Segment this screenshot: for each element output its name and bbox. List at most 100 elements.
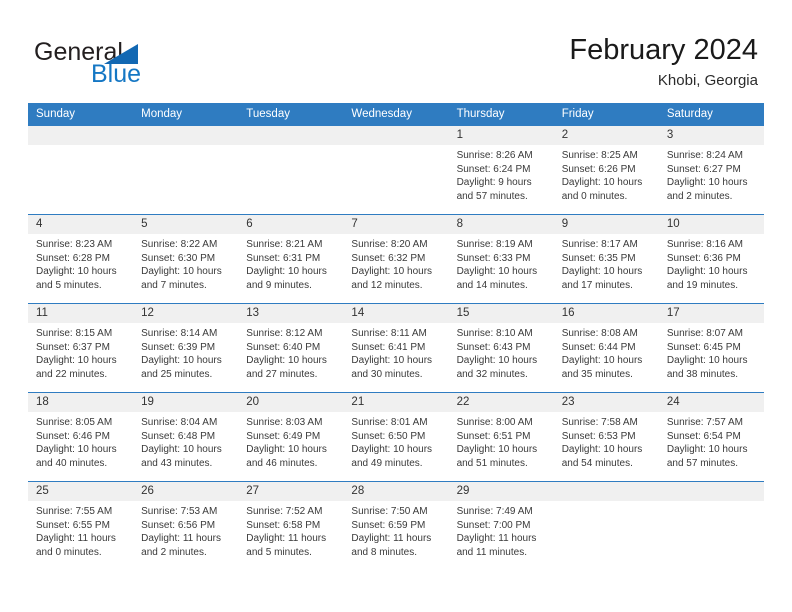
- daylight-text-line1: Daylight: 10 hours: [351, 355, 433, 366]
- day-details: Sunrise: 8:11 AM Sunset: 6:41 PM Dayligh…: [343, 323, 448, 381]
- daylight-text-line2: and 32 minutes.: [456, 368, 528, 380]
- day-cell[interactable]: 1 Sunrise: 8:26 AM Sunset: 6:24 PM Dayli…: [448, 126, 554, 214]
- day-cell[interactable]: 13 Sunrise: 8:12 AM Sunset: 6:40 PM Dayl…: [238, 304, 344, 392]
- sunset-text: Sunset: 6:33 PM: [456, 252, 531, 264]
- day-cell[interactable]: 9 Sunrise: 8:17 AM Sunset: 6:35 PM Dayli…: [553, 215, 659, 303]
- week-row: 11 Sunrise: 8:15 AM Sunset: 6:37 PM Dayl…: [28, 303, 764, 392]
- day-cell[interactable]: 11 Sunrise: 8:15 AM Sunset: 6:37 PM Dayl…: [28, 304, 134, 392]
- sunrise-text: Sunrise: 8:08 AM: [561, 328, 638, 339]
- sunset-text: Sunset: 6:32 PM: [351, 252, 426, 264]
- day-cell[interactable]: 17 Sunrise: 8:07 AM Sunset: 6:45 PM Dayl…: [658, 304, 764, 392]
- sunrise-text: Sunrise: 8:14 AM: [141, 328, 218, 339]
- sunrise-text: Sunrise: 8:21 AM: [246, 239, 323, 250]
- day-cell[interactable]: [658, 482, 764, 570]
- day-number: 3: [666, 129, 674, 141]
- day-cell[interactable]: 10 Sunrise: 8:16 AM Sunset: 6:36 PM Dayl…: [658, 215, 764, 303]
- day-details: Sunrise: 8:25 AM Sunset: 6:26 PM Dayligh…: [554, 145, 659, 203]
- day-details: Sunrise: 7:49 AM Sunset: 7:00 PM Dayligh…: [449, 501, 554, 559]
- sunset-text: Sunset: 6:41 PM: [351, 341, 426, 353]
- day-cell[interactable]: 14 Sunrise: 8:11 AM Sunset: 6:41 PM Dayl…: [343, 304, 449, 392]
- daylight-text-line1: Daylight: 10 hours: [561, 444, 643, 455]
- sunrise-text: Sunrise: 8:05 AM: [36, 417, 113, 428]
- day-number: 8: [456, 218, 463, 230]
- daylight-text-line1: Daylight: 10 hours: [666, 355, 748, 366]
- general-blue-logo[interactable]: General Blue: [34, 38, 254, 92]
- day-details: Sunrise: 8:12 AM Sunset: 6:40 PM Dayligh…: [238, 323, 343, 381]
- sunset-text: Sunset: 6:49 PM: [246, 430, 321, 442]
- daylight-text-line2: and 8 minutes.: [351, 546, 418, 558]
- day-number: 12: [141, 307, 154, 319]
- day-number: 15: [456, 307, 470, 319]
- day-details: [659, 501, 764, 505]
- day-details: Sunrise: 8:17 AM Sunset: 6:35 PM Dayligh…: [554, 234, 659, 292]
- daylight-text-line2: and 2 minutes.: [141, 546, 207, 558]
- daylight-text-line2: and 54 minutes.: [561, 457, 633, 469]
- day-details: Sunrise: 7:52 AM Sunset: 6:58 PM Dayligh…: [238, 501, 343, 559]
- sunset-text: Sunset: 6:55 PM: [36, 519, 110, 531]
- day-cell[interactable]: 12 Sunrise: 8:14 AM Sunset: 6:39 PM Dayl…: [133, 304, 239, 392]
- day-cell[interactable]: 24 Sunrise: 7:57 AM Sunset: 6:54 PM Dayl…: [658, 393, 764, 481]
- daylight-text-line2: and 11 minutes.: [456, 546, 527, 558]
- day-number: 1: [456, 129, 463, 141]
- day-cell[interactable]: 28 Sunrise: 7:50 AM Sunset: 6:59 PM Dayl…: [343, 482, 449, 570]
- day-cell[interactable]: 6 Sunrise: 8:21 AM Sunset: 6:31 PM Dayli…: [238, 215, 344, 303]
- weekday-header-row: Sunday Monday Tuesday Wednesday Thursday…: [28, 103, 764, 125]
- sunrise-text: Sunrise: 8:03 AM: [246, 417, 323, 428]
- day-number: 2: [561, 129, 569, 141]
- day-number: 9: [561, 218, 569, 230]
- day-cell[interactable]: 3 Sunrise: 8:24 AM Sunset: 6:27 PM Dayli…: [658, 126, 764, 214]
- sunset-text: Sunset: 6:28 PM: [36, 252, 110, 264]
- day-cell[interactable]: 26 Sunrise: 7:53 AM Sunset: 6:56 PM Dayl…: [133, 482, 239, 570]
- day-cell[interactable]: [28, 126, 134, 214]
- sunrise-text: Sunrise: 8:11 AM: [351, 328, 427, 339]
- day-cell[interactable]: 25 Sunrise: 7:55 AM Sunset: 6:55 PM Dayl…: [28, 482, 134, 570]
- daylight-text-line1: Daylight: 10 hours: [561, 177, 643, 188]
- day-cell[interactable]: 23 Sunrise: 7:58 AM Sunset: 6:53 PM Dayl…: [553, 393, 659, 481]
- day-cell[interactable]: 8 Sunrise: 8:19 AM Sunset: 6:33 PM Dayli…: [448, 215, 554, 303]
- day-details: Sunrise: 8:05 AM Sunset: 6:46 PM Dayligh…: [28, 412, 133, 470]
- day-cell[interactable]: [553, 482, 659, 570]
- day-cell[interactable]: 27 Sunrise: 7:52 AM Sunset: 6:58 PM Dayl…: [238, 482, 344, 570]
- day-details: [238, 145, 343, 149]
- day-cell[interactable]: 16 Sunrise: 8:08 AM Sunset: 6:44 PM Dayl…: [553, 304, 659, 392]
- daylight-text-line2: and 43 minutes.: [141, 457, 213, 469]
- week-row: 18 Sunrise: 8:05 AM Sunset: 6:46 PM Dayl…: [28, 392, 764, 481]
- day-details: Sunrise: 8:10 AM Sunset: 6:43 PM Dayligh…: [449, 323, 554, 381]
- day-details: Sunrise: 8:00 AM Sunset: 6:51 PM Dayligh…: [449, 412, 554, 470]
- sunrise-text: Sunrise: 8:00 AM: [456, 417, 533, 428]
- daylight-text-line1: Daylight: 10 hours: [351, 444, 433, 455]
- sunrise-text: Sunrise: 7:49 AM: [456, 506, 533, 517]
- day-cell[interactable]: 18 Sunrise: 8:05 AM Sunset: 6:46 PM Dayl…: [28, 393, 134, 481]
- day-cell[interactable]: 29 Sunrise: 7:49 AM Sunset: 7:00 PM Dayl…: [448, 482, 554, 570]
- day-cell[interactable]: [343, 126, 449, 214]
- sunrise-text: Sunrise: 8:25 AM: [561, 150, 638, 161]
- sunrise-text: Sunrise: 8:19 AM: [456, 239, 533, 250]
- sunset-text: Sunset: 6:59 PM: [351, 519, 426, 531]
- calendar-grid: Sunday Monday Tuesday Wednesday Thursday…: [28, 103, 764, 570]
- day-cell[interactable]: [133, 126, 239, 214]
- day-details: [133, 145, 238, 149]
- day-cell[interactable]: 19 Sunrise: 8:04 AM Sunset: 6:48 PM Dayl…: [133, 393, 239, 481]
- day-cell[interactable]: 2 Sunrise: 8:25 AM Sunset: 6:26 PM Dayli…: [553, 126, 659, 214]
- day-cell[interactable]: [238, 126, 344, 214]
- day-details: Sunrise: 7:58 AM Sunset: 6:53 PM Dayligh…: [554, 412, 659, 470]
- day-cell[interactable]: 5 Sunrise: 8:22 AM Sunset: 6:30 PM Dayli…: [133, 215, 239, 303]
- day-number: 19: [141, 396, 154, 408]
- sunset-text: Sunset: 6:43 PM: [456, 341, 531, 353]
- daylight-text-line1: Daylight: 10 hours: [141, 444, 222, 455]
- daylight-text-line2: and 57 minutes.: [666, 457, 739, 469]
- daylight-text-line2: and 30 minutes.: [351, 368, 423, 380]
- daylight-text-line1: Daylight: 10 hours: [141, 266, 222, 277]
- day-number: 21: [351, 396, 365, 408]
- sunrise-text: Sunrise: 8:24 AM: [666, 150, 743, 161]
- sunrise-text: Sunrise: 7:55 AM: [36, 506, 113, 517]
- day-cell[interactable]: 21 Sunrise: 8:01 AM Sunset: 6:50 PM Dayl…: [343, 393, 449, 481]
- day-cell[interactable]: 20 Sunrise: 8:03 AM Sunset: 6:49 PM Dayl…: [238, 393, 344, 481]
- day-cell[interactable]: 22 Sunrise: 8:00 AM Sunset: 6:51 PM Dayl…: [448, 393, 554, 481]
- day-cell[interactable]: 4 Sunrise: 8:23 AM Sunset: 6:28 PM Dayli…: [28, 215, 134, 303]
- day-cell[interactable]: 7 Sunrise: 8:20 AM Sunset: 6:32 PM Dayli…: [343, 215, 449, 303]
- sunset-text: Sunset: 7:00 PM: [456, 519, 531, 531]
- day-cell[interactable]: 15 Sunrise: 8:10 AM Sunset: 6:43 PM Dayl…: [448, 304, 554, 392]
- sunrise-text: Sunrise: 8:07 AM: [666, 328, 743, 339]
- calendar-page: General Blue February 2024 Khobi, Georgi…: [0, 0, 792, 612]
